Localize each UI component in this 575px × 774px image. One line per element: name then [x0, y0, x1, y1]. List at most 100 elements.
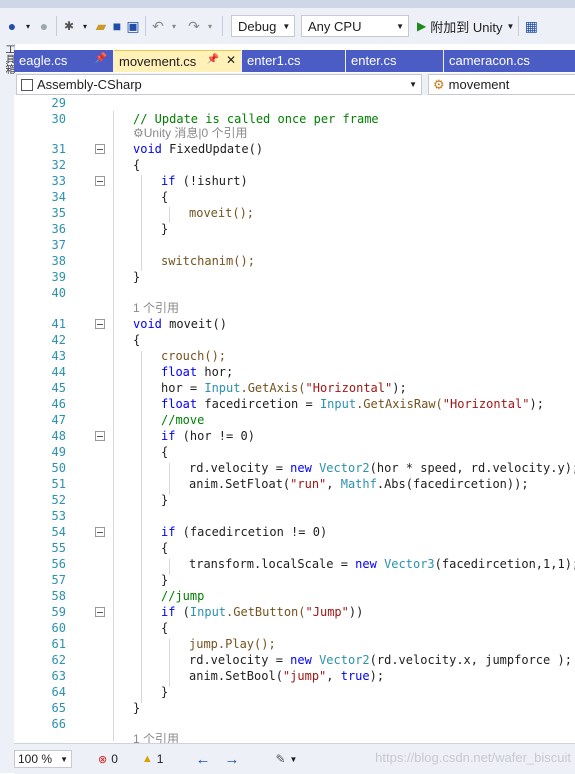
fold-toggle-icon[interactable]: [95, 607, 105, 617]
line-number: 53: [51, 509, 66, 523]
separator: [518, 16, 520, 36]
save-all-icon[interactable]: ▣: [125, 14, 141, 38]
warning-count[interactable]: 1: [157, 752, 164, 766]
play-icon: ▶: [417, 19, 427, 33]
codelens-line[interactable]: 1 个引用: [14, 731, 575, 743]
dropdown-arrow-icon[interactable]: ▾: [77, 14, 93, 38]
redo-icon[interactable]: ↷: [186, 14, 202, 38]
code-keyword: void: [133, 142, 162, 156]
code-text: );: [529, 397, 544, 411]
codelens-references[interactable]: 1 个引用: [133, 731, 179, 743]
zoom-value: 100 %: [18, 752, 53, 766]
line-number: 45: [51, 381, 66, 395]
project-dropdown[interactable]: Assembly-CSharp ▼: [16, 74, 422, 95]
toolbar-extra-icon[interactable]: ▦: [523, 14, 539, 38]
chevron-down-icon: ▼: [409, 80, 417, 89]
code-line: 40: [14, 285, 575, 301]
fold-toggle-icon[interactable]: [95, 319, 105, 329]
platform-value: Any CPU: [308, 18, 362, 34]
fold-toggle-icon[interactable]: [95, 176, 105, 186]
tab-enter[interactable]: enter.cs: [346, 50, 443, 72]
code-line: 61 jump.Play();: [14, 636, 575, 652]
code-text: (hor != 0): [175, 429, 255, 443]
codelens-line[interactable]: ⚙Unity 消息|0 个引用: [14, 125, 575, 141]
navigate-back-icon[interactable]: ←: [195, 751, 210, 768]
code-line: 64}: [14, 684, 575, 700]
code-line: 38 switchanim();: [14, 253, 575, 269]
code-type: Vector3: [376, 557, 435, 571]
warning-icon[interactable]: ▲: [142, 753, 153, 765]
pin-icon[interactable]: 📌: [95, 53, 107, 64]
forward-icon[interactable]: ●: [36, 14, 52, 38]
code-string: "run": [290, 477, 327, 491]
class-dropdown[interactable]: ⚙ movement: [428, 74, 575, 95]
fold-toggle-icon[interactable]: [95, 527, 105, 537]
fold-toggle-icon[interactable]: [95, 144, 105, 154]
dropdown-arrow-icon[interactable]: ▾: [20, 14, 36, 38]
code-editor[interactable]: 29 30// Update is called once per frame …: [14, 95, 575, 743]
code-text: }: [161, 222, 169, 236]
tab-label: enter.cs: [351, 53, 397, 68]
pin-icon[interactable]: 📌: [207, 54, 219, 65]
fold-toggle-icon[interactable]: [95, 431, 105, 441]
tab-label: movement.cs: [119, 54, 197, 69]
error-icon[interactable]: ⊗: [98, 753, 107, 766]
code-line: 34 {: [14, 189, 575, 205]
code-line: 58 //jump: [14, 588, 575, 604]
codelens-references[interactable]: 1 个引用: [133, 300, 179, 316]
new-item-icon[interactable]: ✱: [61, 14, 77, 38]
code-comment: //jump: [161, 589, 205, 603]
code-line: 62 rd.velocity = new Vector2(rd.velocity.…: [14, 652, 575, 668]
line-number: 50: [51, 461, 66, 475]
dropdown-arrow-icon[interactable]: ▾: [166, 14, 182, 38]
code-line: 44 float hor;: [14, 364, 575, 380]
code-text: }: [161, 685, 169, 699]
code-type: Vector2: [311, 461, 370, 475]
zoom-dropdown[interactable]: 100 % ▼: [14, 750, 72, 768]
tab-cameracon[interactable]: cameracon.cs: [444, 50, 575, 72]
code-line: 42 {: [14, 332, 575, 348]
code-line: 35 moveit();: [14, 205, 575, 221]
tab-enter1[interactable]: enter1.cs: [242, 50, 345, 72]
save-icon[interactable]: ■: [109, 14, 125, 38]
code-line: 47 //move: [14, 412, 575, 428]
code-text: {: [133, 333, 141, 347]
codelens-unity-message[interactable]: ⚙Unity 消息|0 个引用: [133, 125, 248, 141]
open-folder-icon[interactable]: ▰: [93, 14, 109, 38]
code-line: 48 if (hor != 0): [14, 428, 575, 444]
code-text: .Abs(facedircetion));: [376, 477, 529, 491]
back-icon[interactable]: ●: [4, 14, 20, 38]
attach-unity-button[interactable]: ▶ 附加到 Unity ▼: [417, 14, 514, 38]
line-number: 54: [51, 525, 66, 539]
code-text: anim.SetBool(: [189, 669, 283, 683]
code-line: 57}: [14, 572, 575, 588]
tab-label: eagle.cs: [19, 53, 68, 68]
tab-movement[interactable]: movement.cs 📌 ✕: [114, 50, 241, 72]
codelens-line[interactable]: 1 个引用: [14, 300, 575, 316]
brush-icon[interactable]: ✎: [275, 752, 285, 766]
dropdown-arrow-icon[interactable]: ▾: [202, 14, 218, 38]
toolbox-sidebar[interactable]: 工具箱: [0, 44, 15, 773]
line-number: 46: [51, 397, 66, 411]
line-number: 62: [51, 653, 66, 667]
watermark: https://blog.csdn.net/wafer_biscuit: [375, 750, 571, 765]
code-string: "Horizontal": [442, 397, 530, 411]
line-number: 33: [51, 174, 66, 188]
line-number: 37: [51, 238, 66, 252]
undo-icon[interactable]: ↶: [150, 14, 166, 38]
error-count[interactable]: 0: [111, 752, 118, 766]
document-tabs: eagle.cs 📌 movement.cs 📌 ✕ enter1.cs ent…: [14, 50, 575, 72]
line-number: 38: [51, 254, 66, 268]
code-text: transform.localScale =: [189, 557, 356, 571]
code-text: ,: [326, 477, 341, 491]
navigate-forward-icon[interactable]: →: [224, 751, 239, 768]
line-number: 66: [51, 717, 66, 731]
platform-dropdown[interactable]: Any CPU ▼: [301, 15, 409, 37]
configuration-dropdown[interactable]: Debug ▼: [231, 15, 295, 37]
code-keyword: true: [340, 669, 370, 683]
tab-eagle[interactable]: eagle.cs 📌: [14, 50, 113, 72]
code-line: 39}: [14, 269, 575, 285]
close-icon[interactable]: ✕: [226, 53, 236, 67]
code-comment: //move: [161, 413, 205, 427]
chevron-down-icon[interactable]: ▼: [290, 755, 298, 764]
